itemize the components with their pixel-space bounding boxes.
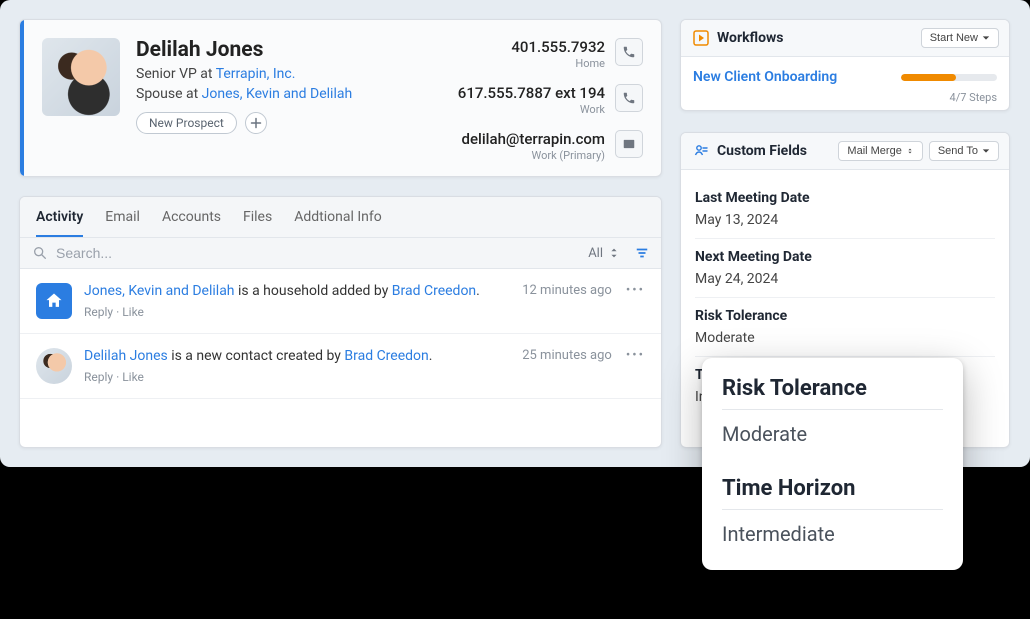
tab-addtional-info[interactable]: Addtional Info (294, 209, 382, 237)
feed-link[interactable]: Jones, Kevin and Delilah (84, 283, 235, 299)
popover-label-2: Time Horizon (722, 476, 943, 510)
contact-spouse: Spouse at Jones, Kevin and Delilah (136, 86, 442, 102)
popover-label-1: Risk Tolerance (722, 376, 943, 410)
filter-all[interactable]: All (588, 246, 621, 261)
custom-fields-title: Custom Fields (717, 143, 807, 159)
avatar-icon (36, 348, 72, 384)
add-tag-button[interactable] (245, 112, 267, 134)
tab-accounts[interactable]: Accounts (162, 209, 221, 237)
feed-time: 12 minutes ago (522, 283, 612, 298)
email-button[interactable] (615, 130, 643, 158)
phone-home-label: Home (511, 57, 605, 70)
tab-email[interactable]: Email (105, 209, 140, 237)
send-to-button[interactable]: Send To (929, 141, 999, 161)
chevron-down-icon (982, 34, 990, 42)
custom-field-row: Risk Tolerance Moderate (695, 298, 995, 357)
tag-pill[interactable]: New Prospect (136, 112, 237, 134)
company-link[interactable]: Terrapin, Inc. (216, 66, 296, 82)
mail-merge-button[interactable]: Mail Merge (838, 141, 922, 161)
custom-field-row: Next Meeting Date May 24, 2024 (695, 239, 995, 298)
cf-value: May 24, 2024 (695, 271, 995, 287)
workflows-title: Workflows (717, 30, 784, 46)
phone-work-value: 617.555.7887 ext 194 (458, 84, 605, 102)
start-new-button[interactable]: Start New (921, 28, 999, 48)
popover-value-2: Intermediate (722, 522, 943, 546)
feed-item: Delilah Jones is a new contact created b… (20, 334, 661, 399)
workflows-card: Workflows Start New New Client Onboardin… (680, 19, 1010, 111)
person-card-icon (693, 143, 709, 159)
popover-value-1: Moderate (722, 422, 943, 446)
feed-meta: Reply · Like (84, 370, 510, 384)
feed-link[interactable]: Brad Creedon (392, 283, 476, 299)
more-menu[interactable]: ••• (626, 348, 645, 363)
contact-role: Senior VP at Terrapin, Inc. (136, 66, 442, 82)
workflow-icon (693, 30, 709, 46)
tab-activity[interactable]: Activity (36, 209, 83, 237)
custom-fields-popover: Risk Tolerance Moderate Time Horizon Int… (702, 358, 963, 570)
tab-files[interactable]: Files (243, 209, 272, 237)
sort-icon (607, 246, 621, 260)
plus-icon (250, 117, 262, 129)
like-link[interactable]: Like (122, 305, 144, 319)
search-icon (32, 245, 48, 261)
activity-panel: Activity Email Accounts Files Addtional Info… (19, 196, 662, 448)
tabs: Activity Email Accounts Files Addtional Info (20, 197, 661, 238)
cf-value: Moderate (695, 330, 995, 346)
custom-field-row: Last Meeting Date May 13, 2024 (695, 180, 995, 239)
feed-link[interactable]: Brad Creedon (344, 348, 428, 364)
cf-label: Risk Tolerance (695, 308, 995, 324)
reply-link[interactable]: Reply (84, 305, 113, 319)
search-input[interactable] (56, 245, 588, 261)
contact-card: Delilah Jones Senior VP at Terrapin, Inc… (19, 19, 662, 177)
phone-icon (622, 91, 636, 105)
feed-meta: Reply · Like (84, 305, 510, 319)
house-icon (36, 283, 72, 319)
more-menu[interactable]: ••• (626, 283, 645, 298)
call-work-button[interactable] (615, 84, 643, 112)
household-link[interactable]: Jones, Kevin and Delilah (202, 86, 353, 102)
phone-work-label: Work (458, 103, 605, 116)
reply-link[interactable]: Reply (84, 370, 113, 384)
feed-item: Jones, Kevin and Delilah is a household … (20, 269, 661, 334)
call-home-button[interactable] (615, 38, 643, 66)
workflow-steps-text: 4/7 Steps (693, 91, 997, 104)
workflow-progress (901, 74, 997, 81)
feed-time: 25 minutes ago (522, 348, 612, 363)
cf-label: Next Meeting Date (695, 249, 995, 265)
contact-name: Delilah Jones (136, 38, 442, 62)
like-link[interactable]: Like (122, 370, 144, 384)
filter-icon[interactable] (635, 246, 649, 260)
email-label: Work (Primary) (462, 149, 605, 162)
feed-text: Delilah Jones is a new contact created b… (84, 348, 510, 364)
cf-value: May 13, 2024 (695, 212, 995, 228)
cf-label: Last Meeting Date (695, 190, 995, 206)
feed-text: Jones, Kevin and Delilah is a household … (84, 283, 510, 299)
feed-link[interactable]: Delilah Jones (84, 348, 168, 364)
mail-icon (622, 137, 636, 151)
workflow-link[interactable]: New Client Onboarding (693, 69, 837, 85)
chevron-down-icon (982, 147, 990, 155)
contact-avatar[interactable] (42, 38, 120, 116)
sort-icon (906, 147, 914, 155)
phone-home-value: 401.555.7932 (511, 38, 605, 56)
email-value: delilah@terrapin.com (462, 130, 605, 148)
phone-icon (622, 45, 636, 59)
